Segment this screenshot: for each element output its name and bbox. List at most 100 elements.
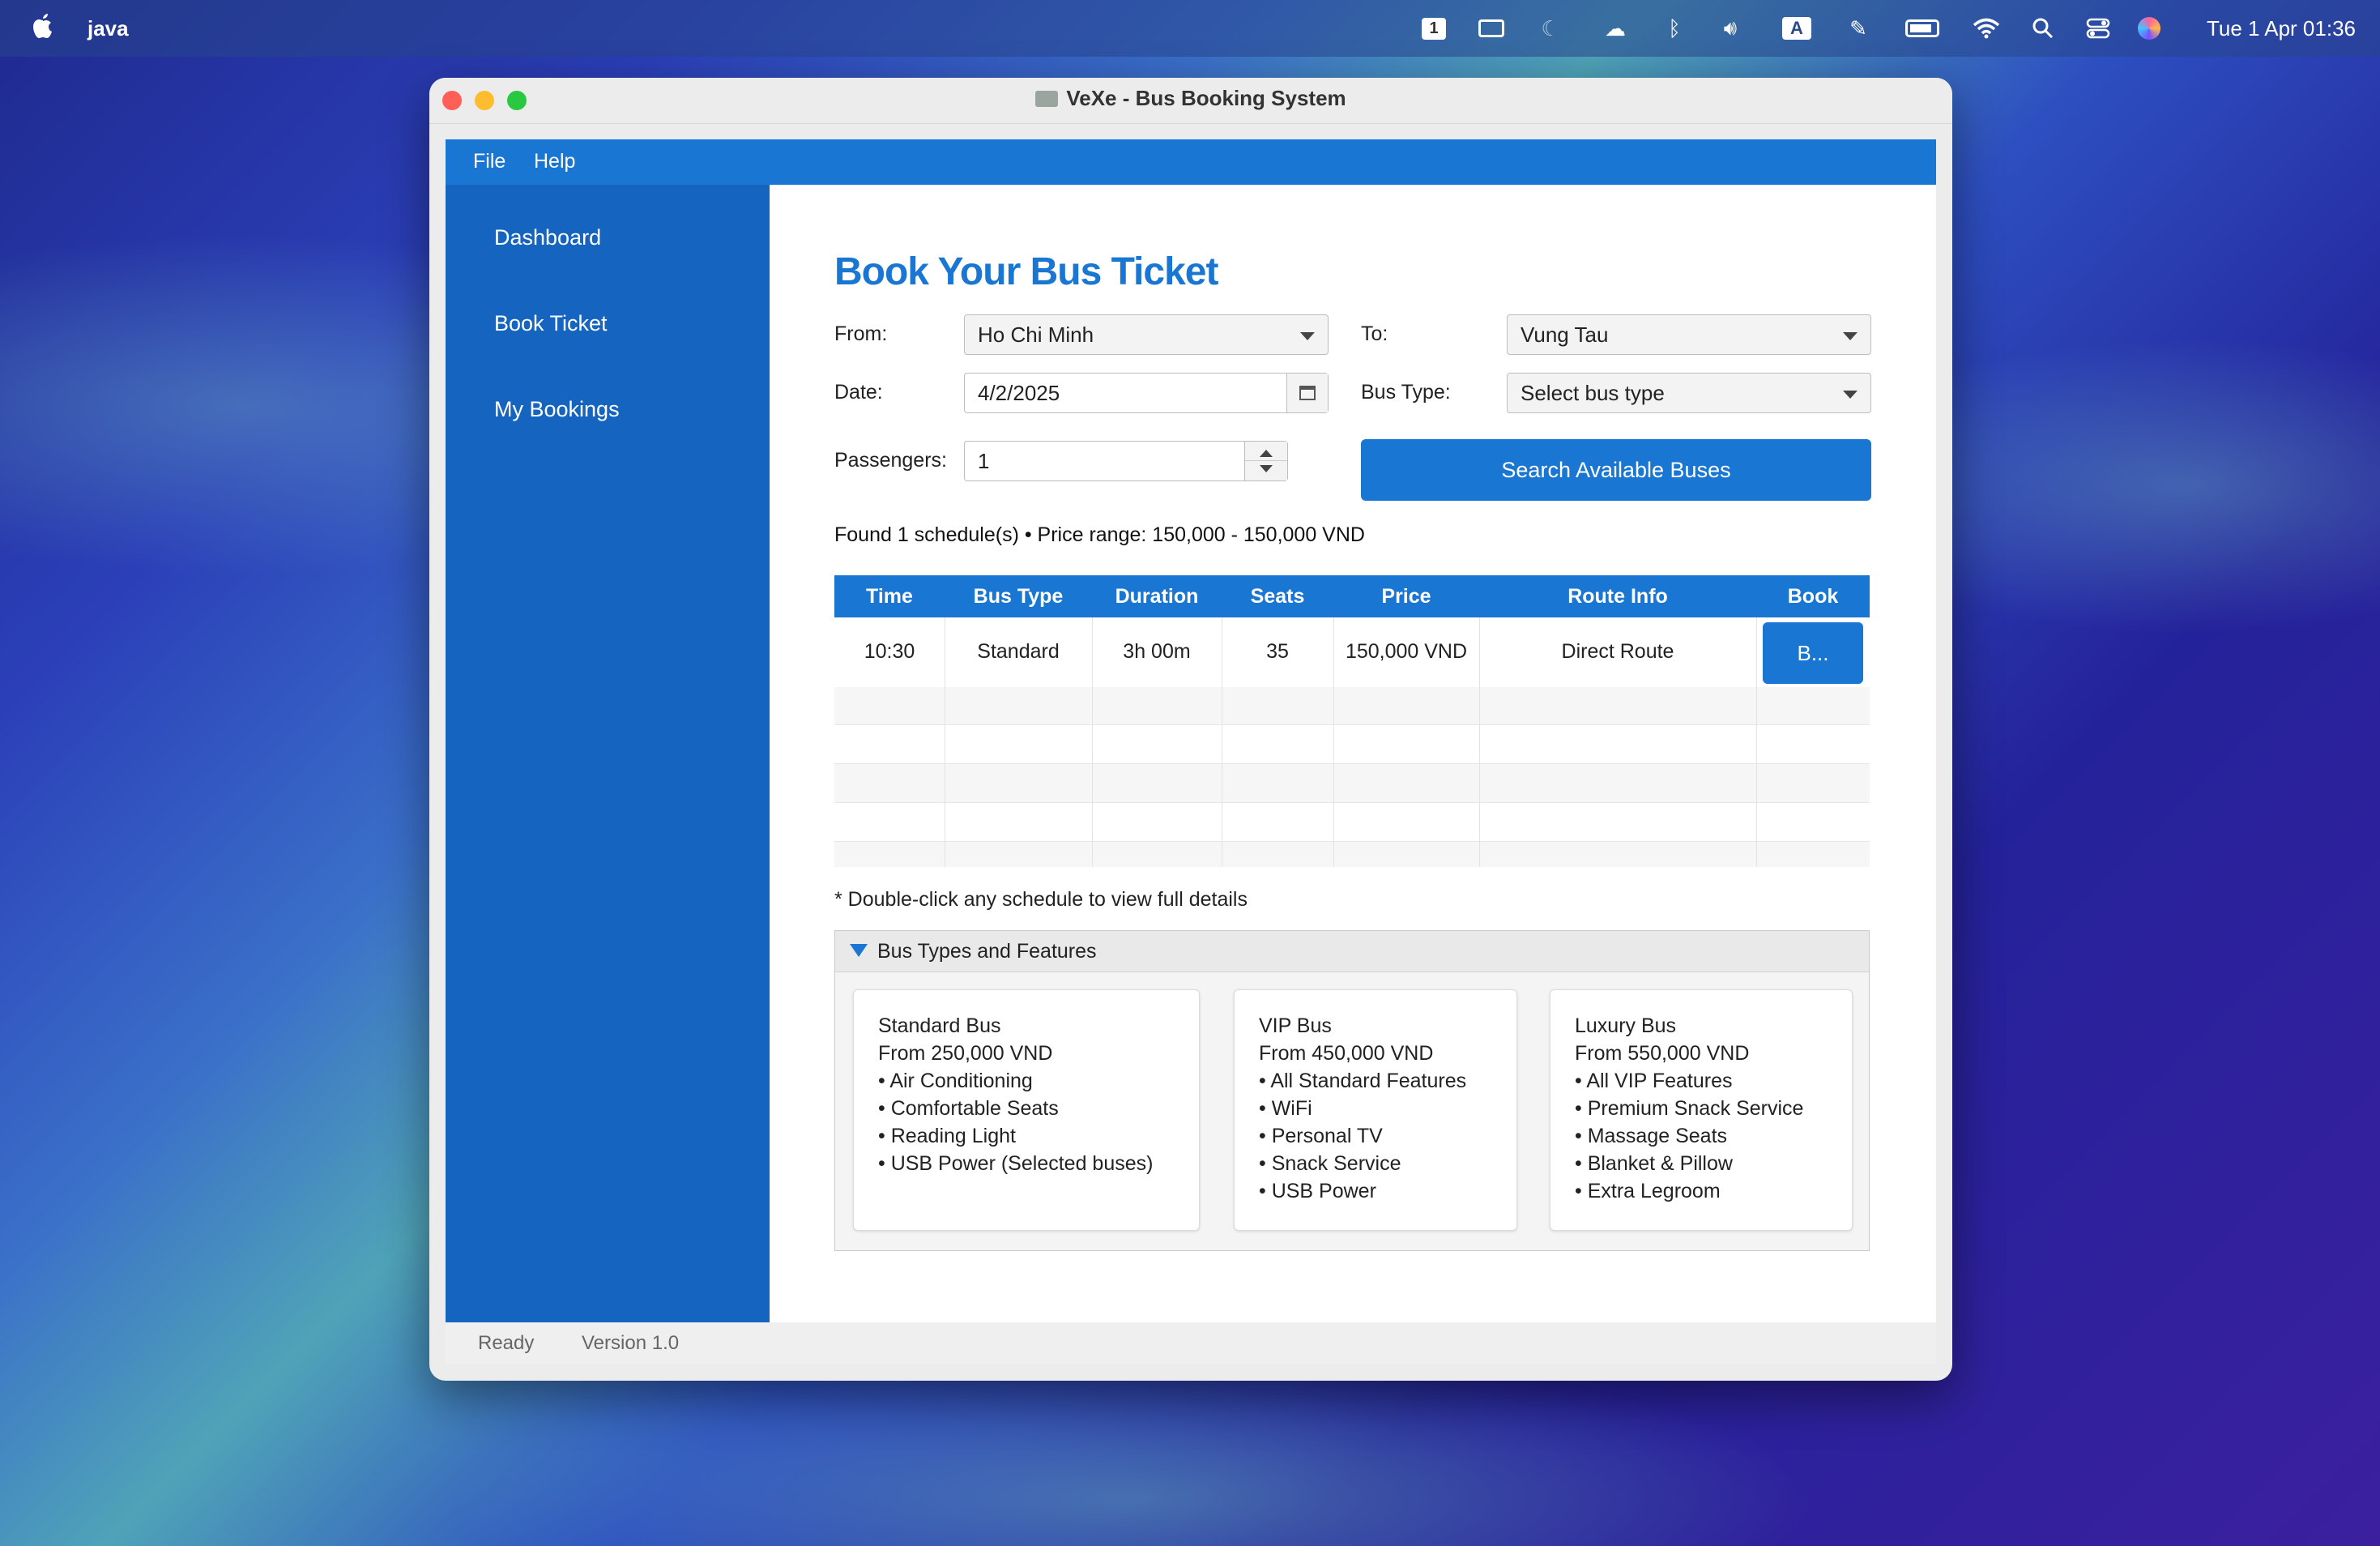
date-picker[interactable]: 4/2/2025 <box>964 373 1329 413</box>
siri-icon[interactable] <box>2135 15 2163 42</box>
passengers-label: Passengers: <box>834 449 947 472</box>
cloud-icon[interactable]: ☁ <box>1597 15 1633 42</box>
sidebar-item-dashboard[interactable]: Dashboard <box>494 225 601 250</box>
cell-route-info: Direct Route <box>1561 640 1674 663</box>
column-header-bus-type[interactable]: Bus Type <box>945 585 1092 609</box>
feature-item: • Comfortable Seats <box>878 1097 1059 1120</box>
to-label: To: <box>1361 322 1388 345</box>
sidebar-item-my-bookings[interactable]: My Bookings <box>494 397 620 422</box>
cell-duration: 3h 00m <box>1123 640 1191 663</box>
feature-item: • Air Conditioning <box>878 1070 1033 1092</box>
table-row[interactable]: 10:30 Standard 3h 00m 35 150,000 VND Dir… <box>834 617 1870 688</box>
active-app-name[interactable]: java <box>87 16 129 41</box>
document-icon <box>1035 91 1059 107</box>
empty-row <box>834 687 1870 725</box>
empty-row <box>834 764 1870 803</box>
sidebar: Dashboard Book Ticket My Bookings <box>446 185 770 1322</box>
decrement-arrow-icon[interactable] <box>1260 465 1273 472</box>
volume-icon[interactable]: 🔊︎ <box>1712 15 1748 42</box>
pen-icon[interactable]: ✎ <box>1844 15 1873 42</box>
feature-item: • All VIP Features <box>1575 1070 1733 1092</box>
bus-features-header[interactable]: Bus Types and Features <box>835 931 1869 972</box>
increment-arrow-icon[interactable] <box>1260 450 1273 457</box>
card-price: From 550,000 VND <box>1575 1042 1750 1065</box>
sidebar-item-book-ticket[interactable]: Book Ticket <box>494 311 608 336</box>
feature-item: • Massage Seats <box>1575 1125 1728 1147</box>
bus-features-panel: Bus Types and Features Standard Bus From… <box>834 930 1870 1251</box>
card-title: Luxury Bus <box>1575 1014 1677 1037</box>
system-menu-bar: java 1 ☾ ☁ ᛒ 🔊︎ A ✎ Tue 1 Apr 01:36 <box>0 0 2380 57</box>
passengers-value: 1 <box>978 449 990 473</box>
menubar-clock[interactable]: Tue 1 Apr 01:36 <box>2207 16 2356 41</box>
keyboard-icon[interactable] <box>1476 15 1507 42</box>
search-icon[interactable] <box>2030 15 2056 42</box>
schedule-table[interactable]: Time Bus Type Duration Seats Price Route… <box>834 575 1870 867</box>
bus-type-select[interactable]: Select bus type <box>1507 373 1871 413</box>
luxury-bus-card: Luxury Bus From 550,000 VND • All VIP Fe… <box>1550 989 1853 1231</box>
stepper-buttons <box>1244 442 1287 480</box>
empty-row <box>834 842 1870 867</box>
battery-icon[interactable] <box>1902 15 1943 42</box>
apple-icon[interactable] <box>31 11 55 41</box>
empty-row <box>834 725 1870 764</box>
feature-item: • Personal TV <box>1259 1125 1383 1147</box>
feature-item: • All Standard Features <box>1259 1070 1467 1092</box>
moon-icon[interactable]: ☾ <box>1538 15 1563 42</box>
passengers-stepper[interactable]: 1 <box>964 441 1288 481</box>
column-header-price[interactable]: Price <box>1333 585 1479 609</box>
menu-file[interactable]: File <box>473 150 505 173</box>
page-title: Book Your Bus Ticket <box>834 250 1218 293</box>
desktop-1-icon[interactable]: 1 <box>1419 15 1448 42</box>
double-click-note: * Double-click any schedule to view full… <box>834 888 1248 911</box>
menu-help[interactable]: Help <box>534 150 575 173</box>
status-text: Ready <box>478 1332 535 1354</box>
column-header-duration[interactable]: Duration <box>1092 585 1222 609</box>
results-summary: Found 1 schedule(s) • Price range: 150,0… <box>834 523 1365 546</box>
feature-item: • Snack Service <box>1259 1152 1401 1175</box>
calendar-icon <box>1299 386 1316 400</box>
window-title: VeXe - Bus Booking System <box>429 86 1952 111</box>
feature-item: • Premium Snack Service <box>1575 1097 1804 1120</box>
version-text: Version 1.0 <box>582 1332 680 1354</box>
cell-bus-type: Standard <box>977 640 1060 663</box>
date-label: Date: <box>834 381 883 404</box>
empty-row <box>834 803 1870 842</box>
collapse-triangle-icon[interactable] <box>850 944 868 957</box>
chevron-down-icon <box>1300 332 1315 340</box>
book-button[interactable]: B... <box>1763 622 1863 684</box>
feature-item: • WiFi <box>1259 1097 1312 1120</box>
column-header-book[interactable]: Book <box>1756 585 1870 609</box>
table-header: Time Bus Type Duration Seats Price Route… <box>834 575 1870 617</box>
column-header-time[interactable]: Time <box>834 585 945 609</box>
app-menu-bar: File Help <box>446 139 1936 185</box>
chevron-down-icon <box>1843 391 1858 399</box>
control-center-icon[interactable] <box>2084 15 2113 42</box>
chevron-down-icon <box>1843 332 1858 340</box>
status-bar: Ready Version 1.0 <box>446 1322 1936 1364</box>
feature-item: • Blanket & Pillow <box>1575 1152 1733 1175</box>
vip-bus-card: VIP Bus From 450,000 VND • All Standard … <box>1234 989 1517 1231</box>
bus-features-title: Bus Types and Features <box>877 940 1097 963</box>
feature-item: • USB Power <box>1259 1180 1376 1202</box>
bluetooth-icon[interactable]: ᛒ <box>1662 15 1687 42</box>
app-content: File Help Dashboard Book Ticket My Booki… <box>446 139 1936 1364</box>
standard-bus-card: Standard Bus From 250,000 VND • Air Cond… <box>853 989 1200 1231</box>
wifi-icon[interactable] <box>1970 15 2003 42</box>
to-select-value: Vung Tau <box>1521 322 1609 347</box>
feature-item: • Extra Legroom <box>1575 1180 1721 1202</box>
bus-type-label: Bus Type: <box>1361 381 1451 404</box>
from-select[interactable]: Ho Chi Minh <box>964 314 1329 355</box>
window-titlebar[interactable]: VeXe - Bus Booking System <box>429 78 1952 124</box>
input-a-icon[interactable]: A <box>1779 15 1815 42</box>
search-buses-button[interactable]: Search Available Buses <box>1361 439 1871 501</box>
column-header-seats[interactable]: Seats <box>1222 585 1333 609</box>
feature-item: • USB Power (Selected buses) <box>878 1152 1154 1175</box>
date-value: 4/2/2025 <box>978 381 1060 405</box>
to-select[interactable]: Vung Tau <box>1507 314 1871 355</box>
calendar-button[interactable] <box>1286 374 1328 412</box>
card-price: From 250,000 VND <box>878 1042 1053 1065</box>
card-title: Standard Bus <box>878 1014 1001 1037</box>
cell-price: 150,000 VND <box>1345 640 1468 663</box>
column-header-route-info[interactable]: Route Info <box>1479 585 1756 609</box>
from-select-value: Ho Chi Minh <box>978 322 1094 347</box>
